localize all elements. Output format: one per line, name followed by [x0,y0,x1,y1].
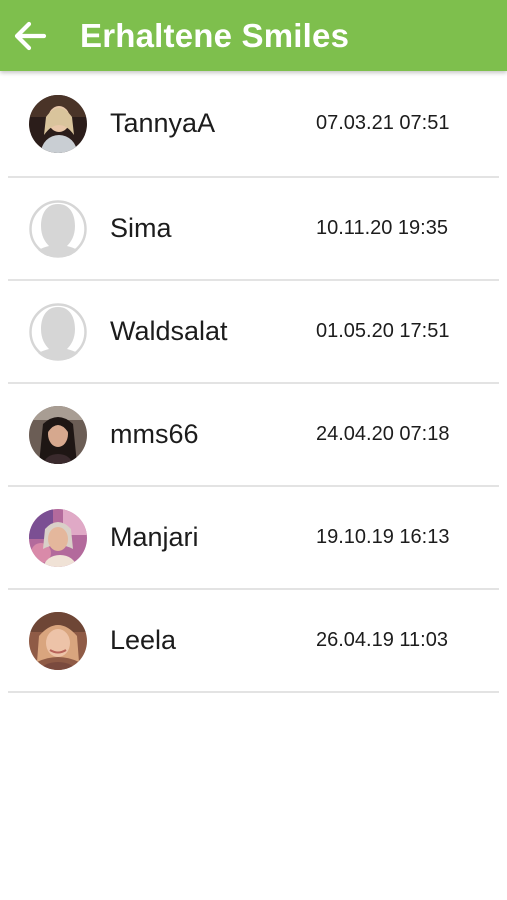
list-item[interactable]: TannyaA 07.03.21 07:51 [8,71,499,178]
list-item[interactable]: Waldsalat 01.05.20 17:51 [8,281,499,384]
smile-date: 07.03.21 07:51 [316,112,450,134]
smile-date: 19.10.19 16:13 [316,526,450,548]
avatar[interactable] [29,302,87,361]
smiles-list: TannyaA 07.03.21 07:51 Sima 10.11.20 19:… [0,71,507,693]
smile-date: 26.04.19 11:03 [316,629,448,651]
user-name: Manjari [110,522,199,552]
avatar[interactable] [29,405,87,464]
page-title: Erhaltene Smiles [80,16,350,54]
smile-date: 10.11.20 19:35 [316,217,448,239]
avatar[interactable] [29,94,87,153]
smile-date: 24.04.20 07:18 [316,423,450,445]
user-name: TannyaA [110,108,216,138]
user-placeholder-icon [29,199,87,258]
user-name: mms66 [110,419,199,449]
back-button[interactable] [2,0,58,71]
list-item[interactable]: Leela 26.04.19 11:03 [8,590,499,693]
user-name: Sima [110,213,172,243]
list-item[interactable]: mms66 24.04.20 07:18 [8,384,499,487]
user-name: Waldsalat [110,316,228,346]
user-placeholder-icon [29,302,87,361]
avatar[interactable] [29,508,87,567]
user-name: Leela [110,625,177,655]
list-item[interactable]: Manjari 19.10.19 16:13 [8,487,499,590]
smile-date: 01.05.20 17:51 [316,320,450,342]
list-item[interactable]: Sima 10.11.20 19:35 [8,178,499,281]
arrow-left-icon [14,21,47,50]
avatar[interactable] [29,611,87,670]
avatar[interactable] [29,199,87,258]
app-bar: Erhaltene Smiles [0,0,507,71]
